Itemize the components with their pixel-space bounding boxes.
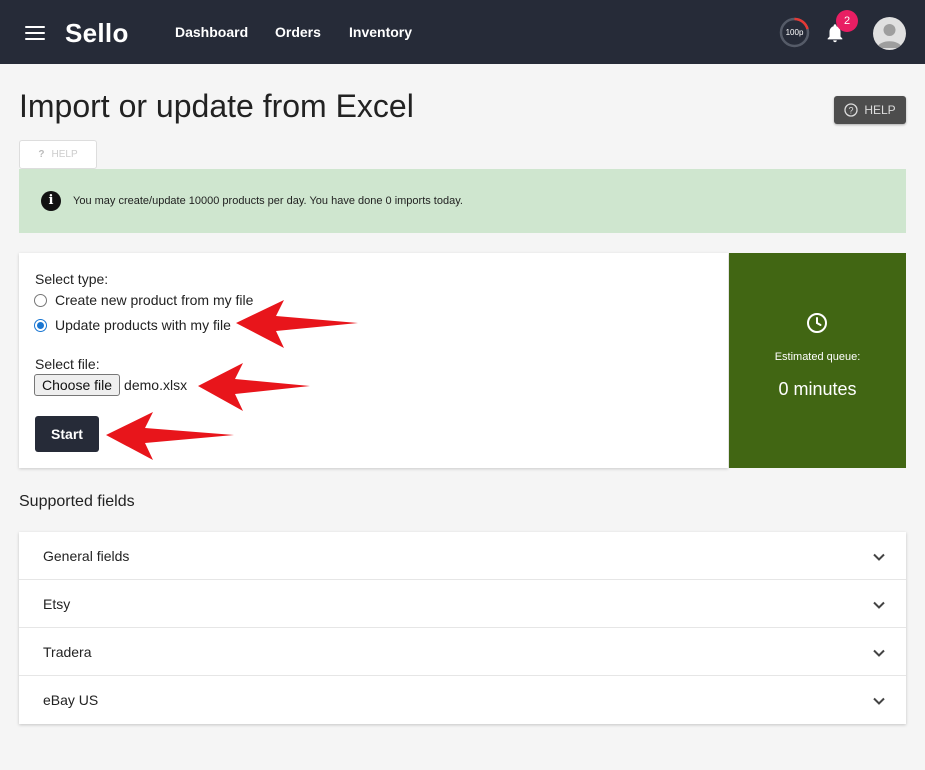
file-name: demo.xlsx	[124, 377, 188, 393]
start-button[interactable]: Start	[35, 416, 99, 452]
annotation-arrow	[236, 300, 358, 348]
supported-fields-title: Supported fields	[19, 493, 135, 510]
quota-indicator[interactable]: 100p	[779, 17, 810, 48]
choose-file-button[interactable]: Choose file	[34, 374, 121, 396]
queue-panel: Estimated queue: 0 minutes	[729, 253, 906, 468]
help-button-label: HELP	[864, 103, 896, 117]
accordion-item-label: eBay US	[43, 692, 99, 708]
accordion-item-general[interactable]: General fields	[19, 532, 906, 580]
accordion-item-label: Tradera	[43, 643, 92, 660]
info-text: You may create/update 10000 products per…	[73, 195, 463, 207]
chevron-down-icon	[873, 601, 885, 609]
annotation-arrow	[198, 363, 310, 411]
hamburger-icon[interactable]	[25, 26, 45, 40]
info-banner: i You may create/update 10000 products p…	[19, 169, 906, 233]
brand-logo[interactable]: Sello	[65, 18, 129, 49]
accordion-item-tradera[interactable]: Tradera	[19, 628, 906, 676]
supported-fields-accordion: General fields Etsy Tradera eBay US	[19, 532, 906, 724]
radio-create-label: Create new product from my file	[55, 292, 254, 308]
top-bar: Sello Dashboard Orders Inventory 100p 2	[0, 0, 925, 64]
select-type-label: Select type:	[35, 271, 109, 287]
chevron-down-icon	[873, 697, 885, 705]
page-title: Import or update from Excel	[19, 88, 414, 124]
nav-inventory[interactable]: Inventory	[349, 24, 412, 40]
quota-label: 100p	[785, 28, 804, 37]
radio-button-update[interactable]	[34, 318, 47, 332]
chevron-down-icon	[873, 553, 885, 561]
help-button-secondary[interactable]: ? HELP	[19, 140, 97, 169]
help-button[interactable]: ? HELP	[834, 96, 906, 124]
nav-dashboard[interactable]: Dashboard	[175, 24, 248, 40]
accordion-item-label: Etsy	[43, 595, 71, 612]
file-input[interactable]: Choose file demo.xlsx	[34, 374, 187, 396]
clock-icon	[807, 313, 827, 333]
question-icon: ?	[38, 149, 45, 160]
radio-button-create[interactable]	[34, 293, 47, 307]
radio-update-label: Update products with my file	[55, 317, 231, 333]
annotation-arrow	[106, 412, 234, 460]
help-icon: ?	[844, 103, 858, 117]
accordion-item-etsy[interactable]: Etsy	[19, 580, 906, 628]
queue-value: 0 minutes	[778, 379, 857, 399]
chevron-down-icon	[873, 649, 885, 657]
nav-orders[interactable]: Orders	[275, 24, 321, 40]
select-file-label: Select file:	[35, 356, 100, 372]
accordion-item-label: General fields	[43, 547, 130, 564]
queue-label: Estimated queue:	[774, 351, 861, 363]
avatar-icon[interactable]	[873, 17, 906, 50]
radio-create-new[interactable]: Create new product from my file	[34, 292, 253, 308]
notification-badge: 2	[836, 10, 858, 32]
help-button-secondary-label: HELP	[51, 149, 78, 160]
svg-text:?: ?	[849, 105, 854, 115]
info-icon: i	[41, 191, 61, 211]
radio-update[interactable]: Update products with my file	[34, 317, 231, 333]
accordion-item-ebay-us[interactable]: eBay US	[19, 676, 906, 724]
